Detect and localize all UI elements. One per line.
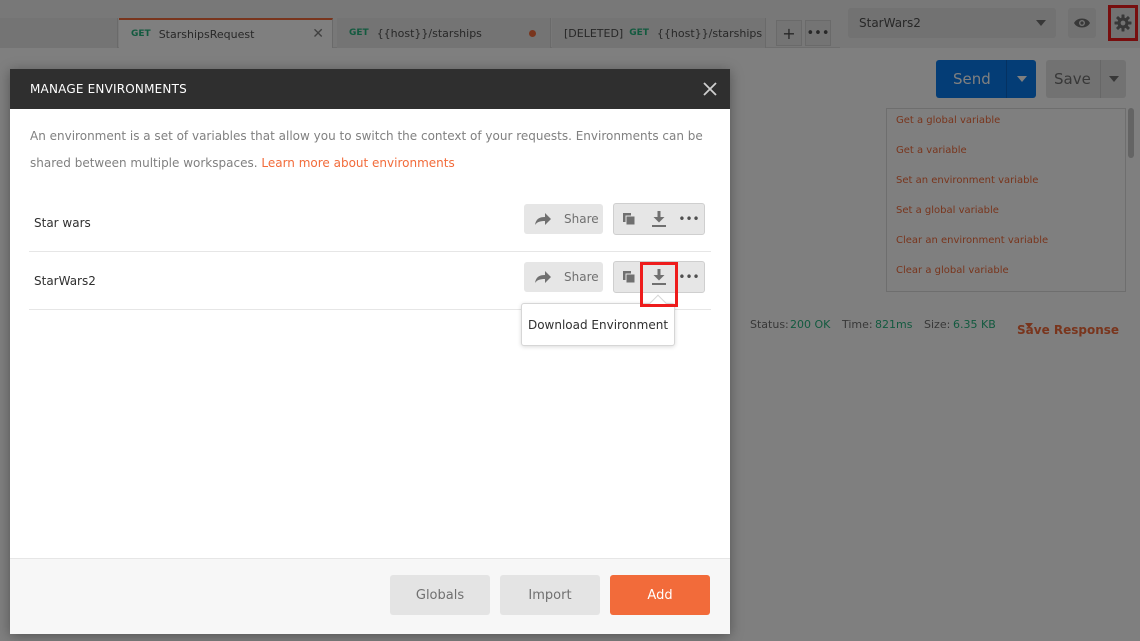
learn-more-link[interactable]: Learn more about environments xyxy=(261,156,454,170)
share-arrow-icon xyxy=(535,213,551,225)
environment-more-button[interactable]: ••• xyxy=(674,204,704,234)
environment-name[interactable]: Star wars xyxy=(34,216,91,230)
modal-title: MANAGE ENVIRONMENTS xyxy=(30,82,187,96)
import-button[interactable]: Import xyxy=(500,575,600,615)
share-label: Share xyxy=(564,270,599,284)
tooltip-text: Download Environment xyxy=(527,317,669,332)
environment-row[interactable]: Star wars Share ••• xyxy=(29,194,711,252)
download-button-highlight xyxy=(640,262,678,307)
download-tooltip: Download Environment xyxy=(521,294,675,346)
download-icon xyxy=(652,211,666,227)
modal-header: MANAGE ENVIRONMENTS xyxy=(10,69,730,109)
globals-button[interactable]: Globals xyxy=(390,575,490,615)
modal-close-button[interactable] xyxy=(700,79,720,99)
duplicate-environment-button[interactable] xyxy=(614,204,644,234)
share-label: Share xyxy=(564,212,599,226)
share-environment-button[interactable]: Share xyxy=(524,262,603,292)
modal-description: An environment is a set of variables tha… xyxy=(30,123,710,177)
add-environment-button[interactable]: Add xyxy=(610,575,710,615)
close-icon xyxy=(703,82,717,96)
environment-more-button[interactable]: ••• xyxy=(674,262,704,292)
copy-icon xyxy=(623,271,636,284)
environment-name[interactable]: StarWars2 xyxy=(34,274,96,288)
copy-icon xyxy=(623,213,636,226)
environment-row[interactable]: StarWars2 Share ••• xyxy=(29,252,711,310)
modal-footer: Globals Import Add xyxy=(10,558,730,634)
download-environment-button[interactable] xyxy=(644,204,674,234)
environment-actions: ••• xyxy=(613,203,705,235)
ellipsis-icon: ••• xyxy=(678,212,700,226)
manage-environments-modal: MANAGE ENVIRONMENTS An environment is a … xyxy=(10,69,730,634)
share-environment-button[interactable]: Share xyxy=(524,204,603,234)
ellipsis-icon: ••• xyxy=(678,270,700,284)
share-arrow-icon xyxy=(535,271,551,283)
